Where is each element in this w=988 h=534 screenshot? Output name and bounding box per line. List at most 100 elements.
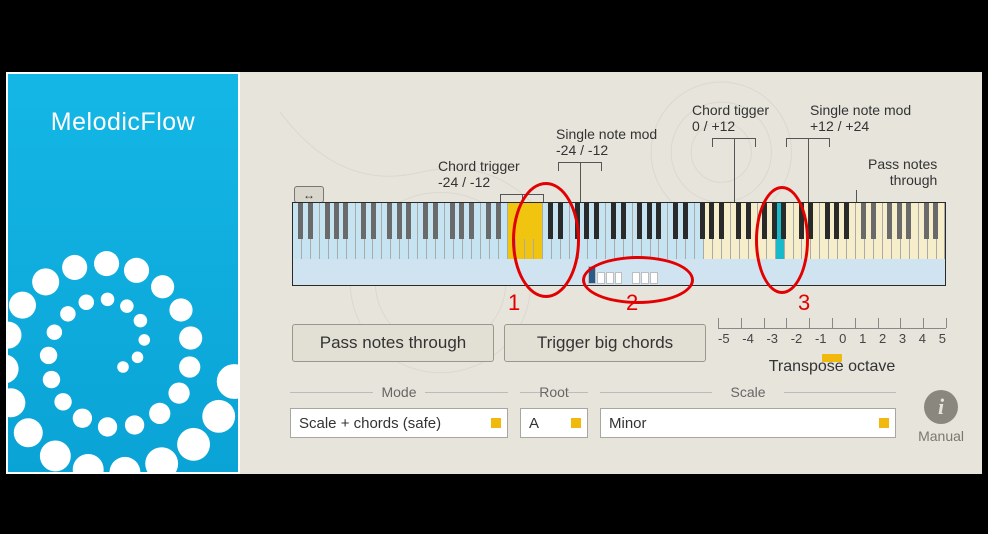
mode-dropdown[interactable]: Scale + chords (safe) [290,408,508,438]
piano-black-key[interactable] [673,203,678,239]
annotation-chord-trigger-hi: Chord tigger 0 / +12 [692,102,769,134]
manual-label: Manual [918,428,964,444]
bracket-drop [580,162,581,202]
piano-black-key[interactable] [522,203,527,239]
dropdown-indicator-icon [879,418,889,428]
piano-black-key[interactable] [709,203,714,239]
piano-black-key[interactable] [575,203,580,239]
transpose-numbers: -5-4-3-2-1012345 [718,331,946,346]
note-marker [641,272,649,284]
piano-black-key[interactable] [584,203,589,239]
group-title: Root [520,384,588,400]
piano-black-key[interactable] [298,203,303,239]
annotation-pass-through: Pass notes through [868,156,937,188]
piano-black-key[interactable] [334,203,339,239]
piano-black-key[interactable] [656,203,661,239]
piano-black-key[interactable] [433,203,438,239]
root-group: Root A [520,384,588,438]
transpose-tick-label: 1 [859,331,866,346]
piano-black-key[interactable] [469,203,474,239]
piano-black-key[interactable] [361,203,366,239]
note-marker [606,272,614,284]
piano-black-key[interactable] [343,203,348,239]
piano-black-key[interactable] [772,203,777,239]
piano-black-key[interactable] [594,203,599,239]
transpose-thumb[interactable] [822,354,842,362]
piano-black-key[interactable] [834,203,839,239]
piano-black-key[interactable] [700,203,705,239]
red-label-2: 2 [626,290,638,316]
bracket-drop [522,194,523,202]
piano-black-key[interactable] [450,203,455,239]
bracket-drop [856,190,857,202]
keyboard[interactable] [292,202,946,286]
bracket-drop [808,138,809,202]
piano-black-key[interactable] [637,203,642,239]
transpose-tick-label: 2 [879,331,886,346]
transpose-tick-label: -1 [815,331,827,346]
piano-black-key[interactable] [496,203,501,239]
piano-black-key[interactable] [746,203,751,239]
piano-black-key[interactable] [512,203,517,239]
piano-black-key[interactable] [808,203,813,239]
note-marker [588,266,596,284]
transpose-tick-label: 4 [919,331,926,346]
main-panel: ↔ Chord trigger -24 / -12 Single note mo… [240,72,982,474]
piano-black-key[interactable] [897,203,902,239]
annotation-single-note-hi: Single note mod +12 / +24 [810,102,911,134]
manual-button[interactable]: i Manual [918,390,964,444]
note-marker [615,272,623,284]
piano-black-key[interactable] [781,203,786,239]
piano-black-key[interactable] [719,203,724,239]
transpose-tick-label: -5 [718,331,730,346]
piano-black-key[interactable] [906,203,911,239]
branding-sidebar: MelodicFlow [6,72,240,474]
piano-black-key[interactable] [683,203,688,239]
scale-dropdown[interactable]: Minor [600,408,896,438]
trigger-big-chords-button[interactable]: Trigger big chords [504,324,706,362]
piano-black-key[interactable] [548,203,553,239]
piano-black-key[interactable] [423,203,428,239]
piano-black-key[interactable] [844,203,849,239]
transpose-tick-label: 0 [839,331,846,346]
transpose-tick-label: -2 [791,331,803,346]
pass-notes-through-button[interactable]: Pass notes through [292,324,494,362]
piano-black-key[interactable] [647,203,652,239]
piano-black-key[interactable] [531,203,536,239]
piano-black-key[interactable] [406,203,411,239]
button-label: Pass notes through [320,333,466,353]
piano-black-key[interactable] [558,203,563,239]
piano-black-key[interactable] [825,203,830,239]
transpose-tick-label: 5 [939,331,946,346]
bracket-drop [734,138,735,202]
piano-black-key[interactable] [861,203,866,239]
piano-black-key[interactable] [871,203,876,239]
group-title: Mode [290,384,508,400]
piano-black-key[interactable] [387,203,392,239]
annotation-single-note-low: Single note mod -24 / -12 [556,126,657,158]
piano-black-key[interactable] [933,203,938,239]
piano-black-key[interactable] [371,203,376,239]
piano-black-key[interactable] [799,203,804,239]
piano-black-key[interactable] [924,203,929,239]
piano-black-key[interactable] [887,203,892,239]
red-label-3: 3 [798,290,810,316]
piano-black-key[interactable] [459,203,464,239]
transpose-slider[interactable] [718,354,946,362]
dropdown-value: Minor [609,415,647,432]
dropdown-indicator-icon [571,418,581,428]
piano-black-key[interactable] [325,203,330,239]
dropdown-indicator-icon [491,418,501,428]
piano-black-key[interactable] [486,203,491,239]
piano-black-key[interactable] [736,203,741,239]
piano-black-key[interactable] [611,203,616,239]
piano-black-key[interactable] [621,203,626,239]
button-label: Trigger big chords [537,333,673,353]
transpose-tick-label: -3 [766,331,778,346]
piano-black-key[interactable] [762,203,767,239]
transpose-tick-label: 3 [899,331,906,346]
piano-black-key[interactable] [308,203,313,239]
resize-arrows-button[interactable]: ↔ [294,186,324,203]
root-dropdown[interactable]: A [520,408,588,438]
piano-black-key[interactable] [397,203,402,239]
